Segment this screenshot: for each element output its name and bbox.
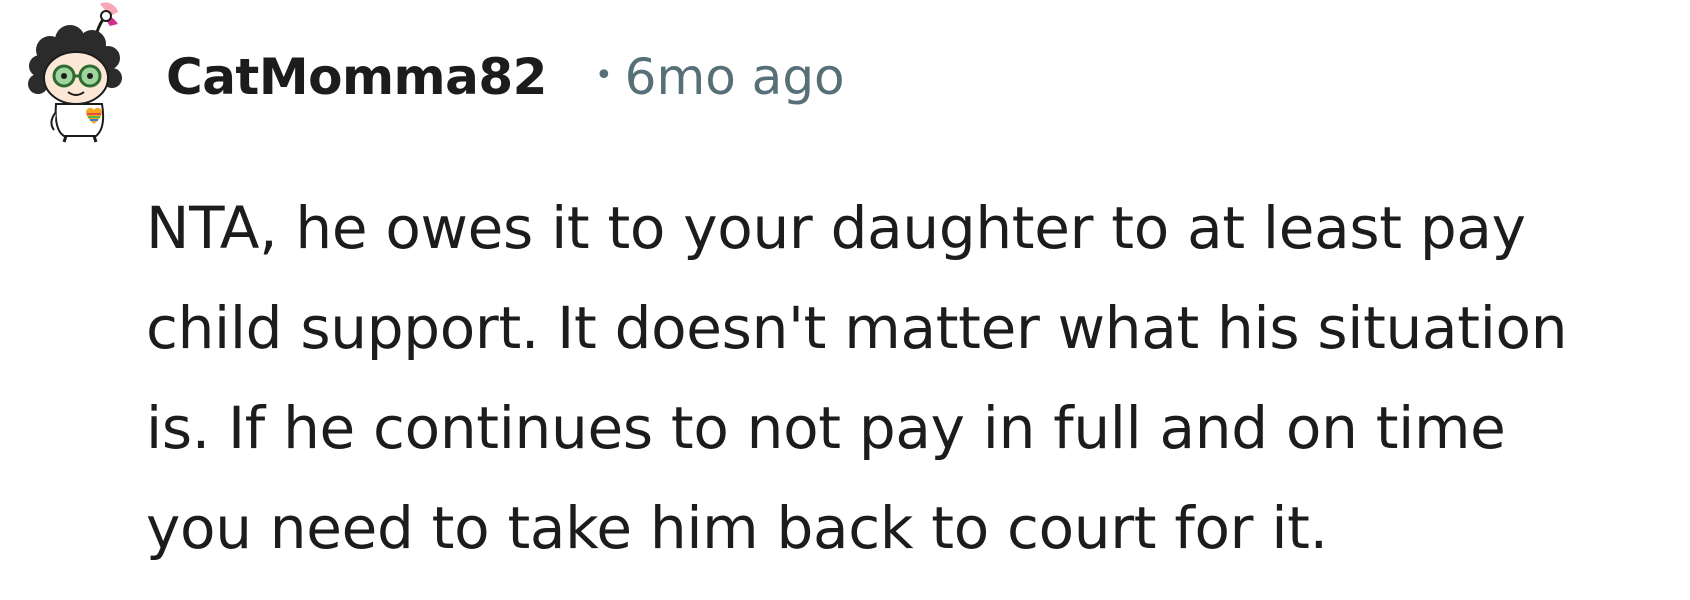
comment: CatMomma82 • 6mo ago NTA, he owes it to … (0, 0, 1690, 600)
comment-line: child support. It doesn't matter what hi… (146, 294, 1568, 362)
comment-body: NTA, he owes it to your daughter to at l… (146, 178, 1676, 578)
comment-header: CatMomma82 • 6mo ago (166, 42, 845, 112)
timestamp-link[interactable]: 6mo ago (625, 48, 845, 106)
username-link[interactable]: CatMomma82 (166, 48, 547, 106)
comment-line: is. If he continues to not pay in full a… (146, 394, 1506, 462)
snoo-avatar-icon[interactable] (20, 0, 130, 145)
comment-line: you need to take him back to court for i… (146, 494, 1328, 562)
separator-dot: • (594, 57, 613, 93)
comment-line: NTA, he owes it to your daughter to at l… (146, 194, 1526, 262)
